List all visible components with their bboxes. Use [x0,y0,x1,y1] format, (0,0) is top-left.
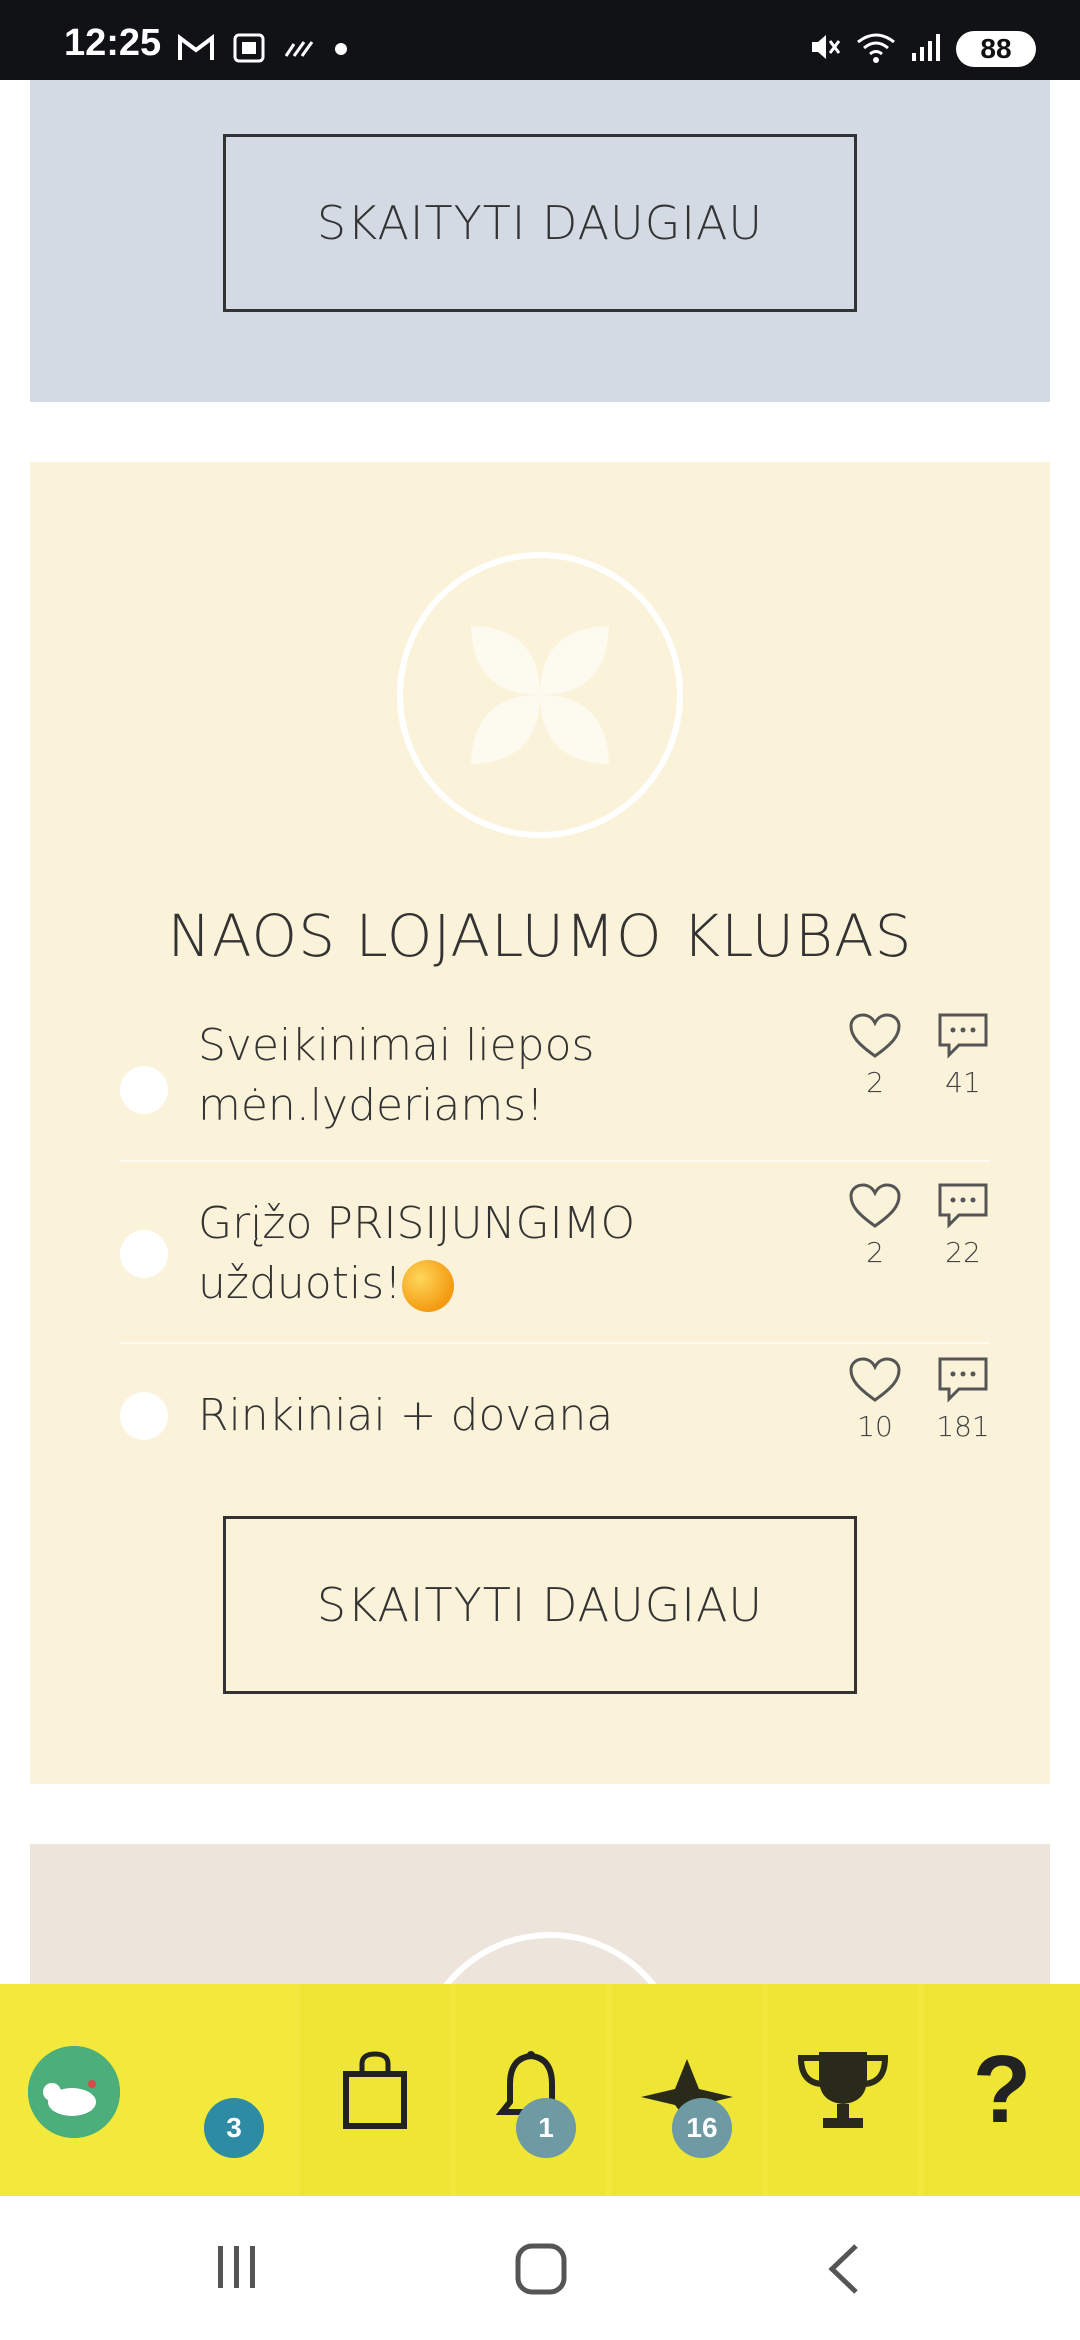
post-status-dot [120,1066,168,1114]
like-count: 2 [866,1236,884,1269]
help-icon: ? [972,2036,1032,2143]
post-title[interactable]: Sveikinimai liepos mėn.lyderiams! [198,1016,778,1136]
post-title-line1: Grįžo PRISIJUNGIMO [198,1198,636,1249]
back-icon[interactable] [824,2242,864,2300]
home-icon[interactable] [514,2242,568,2300]
gmail-icon [178,34,214,66]
comment-icon [938,1357,988,1403]
orange-circle-emoji-icon [401,1260,454,1312]
nav-trophy[interactable] [768,1984,918,2196]
signal-dots-icon [284,36,316,64]
post-row[interactable]: Sveikinimai liepos mėn.lyderiams! 2 41 [120,1002,990,1162]
recents-icon[interactable] [212,2242,262,2296]
club-card: NAOS LOJALUMO KLUBAS Sveikinimai liepos … [30,462,1050,1784]
comment-stat[interactable]: 22 [928,1182,998,1269]
comment-icon [938,1183,988,1229]
like-stat[interactable]: 10 [840,1356,910,1443]
post-status-dot [120,1230,168,1278]
post-status-dot [120,1392,168,1440]
like-stat[interactable]: 2 [840,1182,910,1269]
status-bar: 12:25 88 [0,0,1080,80]
nav-shop[interactable] [300,1984,450,2196]
heart-icon [849,1013,901,1058]
status-icons-left [178,32,348,68]
post-title[interactable]: Rinkiniai + dovana [198,1386,778,1446]
android-nav-bar [0,2196,1080,2340]
comment-count: 22 [945,1236,981,1269]
blue-card: SKAITYTI DAUGIAU [30,80,1050,402]
nav-help[interactable]: ? [924,1984,1080,2196]
read-more-button[interactable]: SKAITYTI DAUGIAU [223,1516,857,1694]
profile-badge: 3 [204,2098,264,2158]
heart-icon [849,1183,901,1228]
post-title-line1: Rinkiniai + dovana [198,1390,614,1441]
post-row[interactable]: Grįžo PRISIJUNGIMO užduotis! 2 22 [120,1164,990,1344]
shopping-bag-icon [343,2051,407,2129]
flower-icon [471,626,609,764]
points-badge: 16 [672,2098,732,2158]
read-more-button[interactable]: SKAITYTI DAUGIAU [223,134,857,312]
notifications-badge: 1 [516,2098,576,2158]
comment-stat[interactable]: 181 [928,1356,998,1443]
avatar[interactable] [28,2046,120,2138]
post-row[interactable]: Rinkiniai + dovana 10 181 [120,1346,990,1486]
like-stat[interactable]: 2 [840,1012,910,1099]
screenshot-icon [232,32,266,68]
nav-notifications[interactable] [456,1984,606,2196]
bottom-nav: 3 1 16 ? [0,1984,1080,2196]
post-title-line2: mėn.lyderiams! [198,1080,544,1131]
wifi-icon [856,30,896,68]
trophy-icon [797,2052,889,2128]
post-title-line1: Sveikinimai liepos [198,1020,595,1071]
like-count: 10 [857,1410,893,1443]
comment-count: 41 [945,1066,981,1099]
club-logo [397,552,683,838]
club-title: NAOS LOJALUMO KLUBAS [167,902,913,970]
cellular-icon [910,31,942,67]
comment-stat[interactable]: 41 [928,1012,998,1099]
dot-icon [334,41,348,60]
mute-icon [808,30,842,68]
status-time: 12:25 [64,22,162,64]
battery-indicator: 88 [956,31,1036,67]
post-title-line2: užduotis! [198,1258,402,1309]
comment-icon [938,1013,988,1059]
nav-points[interactable] [612,1984,762,2196]
avatar-image [28,2046,120,2138]
post-title[interactable]: Grįžo PRISIJUNGIMO užduotis! [198,1194,778,1314]
comment-count: 181 [936,1410,990,1443]
heart-icon [849,1357,901,1402]
like-count: 2 [866,1066,884,1099]
status-icons-right: 88 [808,30,1036,68]
